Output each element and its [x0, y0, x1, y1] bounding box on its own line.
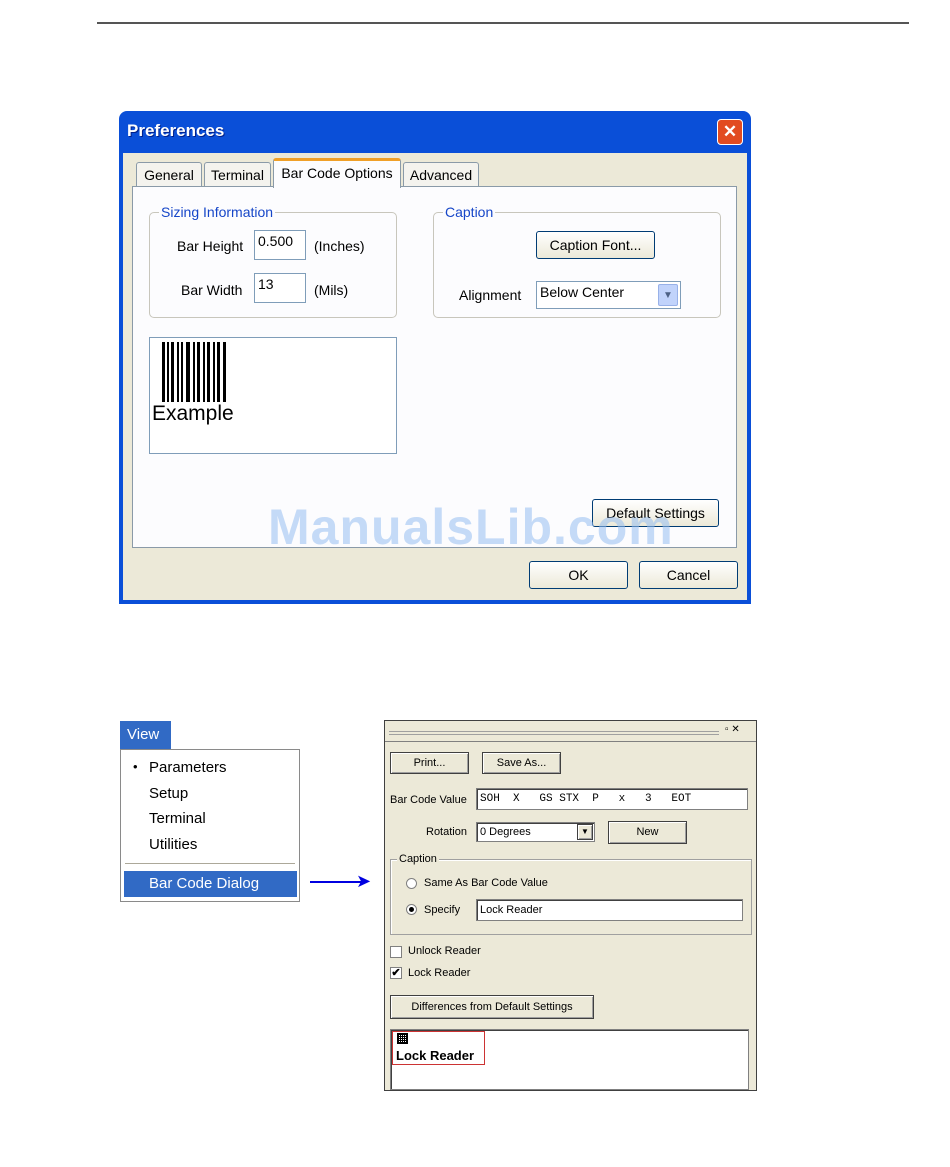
bar-code-dialog: ▫ ✕ Print... Save As... Bar Code Value S…: [384, 720, 757, 1091]
bar-height-input[interactable]: 0.500: [254, 230, 306, 260]
menu-item-setup[interactable]: Setup: [149, 785, 188, 802]
menu-separator: [125, 863, 295, 864]
tab-terminal[interactable]: Terminal: [204, 162, 271, 186]
caption-group-label: Caption: [443, 204, 496, 220]
bar-code-value-label: Bar Code Value: [390, 794, 467, 806]
caption-font-button[interactable]: Caption Font...: [536, 231, 655, 259]
data-matrix-icon: [397, 1033, 408, 1044]
menu-item-bar-code-dialog[interactable]: Bar Code Dialog: [124, 871, 297, 897]
view-menu-title[interactable]: View: [120, 721, 171, 749]
save-as-button[interactable]: Save As...: [482, 752, 561, 774]
alignment-value: Below Center: [540, 284, 625, 300]
preview-caption: Example: [152, 402, 234, 425]
alignment-label: Alignment: [459, 287, 522, 303]
rotation-value: 0 Degrees: [480, 826, 531, 838]
view-menu: • Parameters Setup Terminal Utilities Ba…: [120, 749, 300, 902]
tab-bar-code-options[interactable]: Bar Code Options: [273, 158, 401, 188]
specify-caption-input[interactable]: Lock Reader: [476, 899, 743, 921]
menu-item-terminal[interactable]: Terminal: [149, 810, 206, 827]
radio-specify-label: Specify: [424, 904, 461, 916]
unlock-reader-checkbox[interactable]: [390, 946, 402, 958]
barcode-preview: Example: [149, 337, 397, 454]
arrow-line: [310, 881, 362, 883]
window-controls-icon[interactable]: ▫ ✕: [725, 724, 740, 735]
rotation-label: Rotation: [426, 826, 467, 838]
check-bullet-icon: •: [133, 759, 138, 774]
watermark: ManualsLib.com: [268, 499, 674, 555]
caption-group-label: Caption: [397, 853, 439, 865]
chevron-down-icon[interactable]: ▼: [658, 284, 678, 306]
close-icon[interactable]: ✕: [717, 119, 743, 145]
cancel-button[interactable]: Cancel: [639, 561, 738, 589]
menu-item-utilities[interactable]: Utilities: [149, 836, 197, 853]
barcode-graphic: [162, 342, 226, 402]
bar-width-unit: (Mils): [314, 282, 349, 298]
lock-reader-label: Lock Reader: [408, 967, 471, 979]
grip-line: [389, 731, 719, 732]
differences-button[interactable]: Differences from Default Settings: [390, 995, 594, 1019]
unlock-reader-label: Unlock Reader: [408, 945, 481, 957]
new-button[interactable]: New: [608, 821, 687, 844]
tab-panel: Sizing Information Bar Height 0.500 (Inc…: [132, 186, 737, 548]
arrow-right-icon: ➤: [356, 871, 372, 891]
tab-general[interactable]: General: [136, 162, 202, 186]
grip-line: [389, 734, 719, 735]
radio-same-label: Same As Bar Code Value: [424, 877, 548, 889]
bar-width-label: Bar Width: [181, 282, 243, 298]
barcode-preview-pane: Lock Reader: [390, 1029, 749, 1090]
check-icon: ✔: [391, 967, 401, 979]
sizing-group-label: Sizing Information: [159, 204, 276, 220]
window-title: Preferences: [127, 121, 225, 140]
radio-same-as-value[interactable]: [406, 878, 417, 889]
ok-button[interactable]: OK: [529, 561, 628, 589]
print-button[interactable]: Print...: [390, 752, 469, 774]
radio-selected-dot: [409, 907, 414, 912]
bar-height-label: Bar Height: [177, 238, 244, 254]
tab-advanced[interactable]: Advanced: [403, 162, 479, 186]
chevron-down-icon[interactable]: ▼: [577, 824, 593, 840]
radio-specify[interactable]: [406, 904, 417, 915]
bar-height-unit: (Inches): [314, 238, 365, 254]
page-header-rule: [97, 22, 909, 24]
lock-reader-checkbox[interactable]: ✔: [390, 967, 402, 979]
menu-item-parameters[interactable]: Parameters: [149, 759, 227, 776]
bar-code-value-input[interactable]: SOH X GS STX P x 3 EOT: [476, 788, 748, 810]
bar-width-input[interactable]: 13: [254, 273, 306, 303]
caption-group: [390, 859, 752, 935]
preview-caption: Lock Reader: [396, 1048, 475, 1063]
